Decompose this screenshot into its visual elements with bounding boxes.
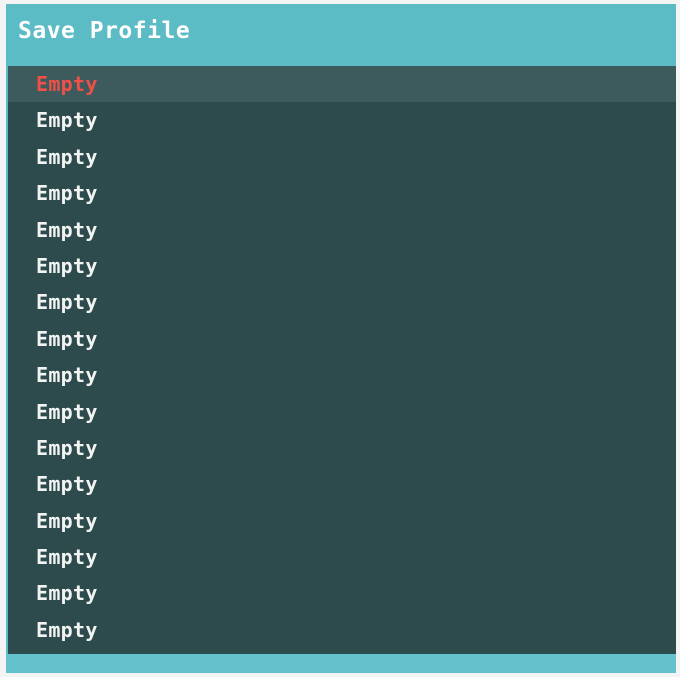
bottom-frame-strip	[6, 654, 676, 673]
profile-slot-7[interactable]: Empty	[8, 284, 676, 320]
profile-slot-14[interactable]: Empty	[8, 539, 676, 575]
save-profile-screen: Save Profile Empty Empty Empty Empty Emp…	[6, 4, 676, 673]
profile-list-panel: Empty Empty Empty Empty Empty Empty Empt…	[8, 66, 676, 654]
profile-slot-13[interactable]: Empty	[8, 503, 676, 539]
profile-slot-4[interactable]: Empty	[8, 175, 676, 211]
profile-slot-8[interactable]: Empty	[8, 321, 676, 357]
profile-slot-1[interactable]: Empty	[8, 66, 676, 103]
profile-slot-15[interactable]: Empty	[8, 575, 676, 611]
profile-slot-10[interactable]: Empty	[8, 394, 676, 430]
profile-slot-3[interactable]: Empty	[8, 139, 676, 175]
profile-slot-5[interactable]: Empty	[8, 212, 676, 248]
profile-slot-9[interactable]: Empty	[8, 357, 676, 393]
profile-slot-6[interactable]: Empty	[8, 248, 676, 284]
profile-slot-2[interactable]: Empty	[8, 102, 676, 138]
profile-slot-12[interactable]: Empty	[8, 466, 676, 502]
page-title: Save Profile	[18, 18, 191, 44]
profile-slot-list: Empty Empty Empty Empty Empty Empty Empt…	[8, 66, 676, 648]
profile-slot-16[interactable]: Empty	[8, 612, 676, 648]
profile-slot-11[interactable]: Empty	[8, 430, 676, 466]
